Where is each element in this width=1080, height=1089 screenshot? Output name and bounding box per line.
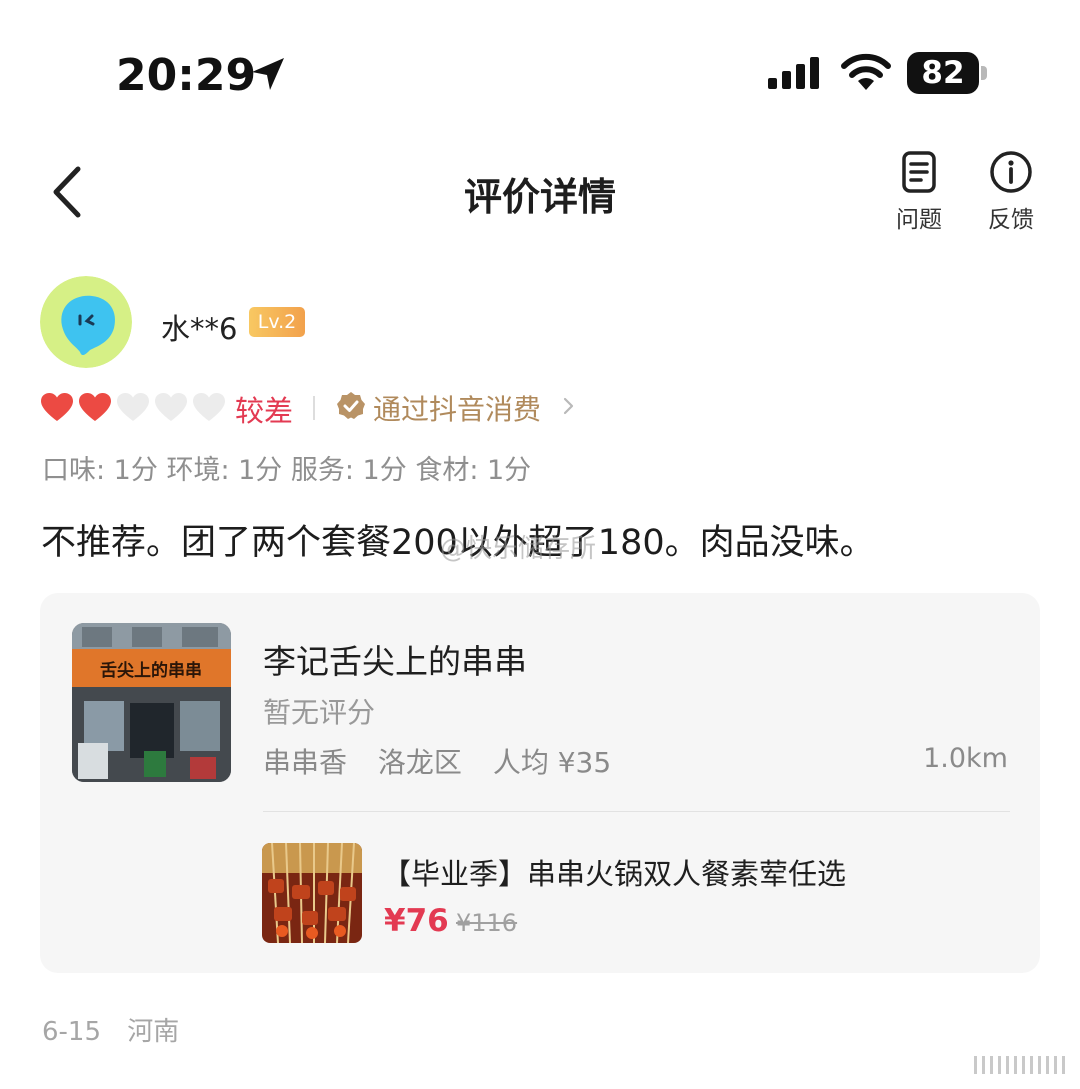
deal-price: ¥76 bbox=[384, 903, 449, 939]
weibo-watermark: @快乐储存所 bbox=[440, 534, 597, 564]
store-card[interactable]: 舌尖上的串串 李记舌尖上的串串 暂无评分 串串香 洛龙区 人均 ¥35 1.0k… bbox=[40, 593, 1040, 973]
deal-photo bbox=[262, 843, 362, 943]
verified-purchase-link[interactable]: 通过抖音消费 bbox=[373, 388, 541, 428]
status-bar: 20:29 82 bbox=[0, 0, 1080, 130]
rating-label: 较差 bbox=[235, 394, 294, 428]
store-name[interactable]: 李记舌尖上的串串 bbox=[263, 635, 527, 683]
store-category: 串串香 bbox=[263, 746, 348, 779]
heart-filled-icon bbox=[41, 393, 73, 421]
question-button[interactable]: 问题 bbox=[884, 150, 954, 240]
store-distance: 1.0km bbox=[923, 743, 1008, 774]
watermark-bars-icon bbox=[974, 1056, 1065, 1074]
verified-badge-icon bbox=[337, 392, 365, 419]
document-icon bbox=[902, 151, 936, 193]
question-label: 问题 bbox=[896, 207, 942, 233]
feedback-label: 反馈 bbox=[988, 207, 1034, 233]
heart-empty-icon bbox=[155, 393, 187, 421]
battery-indicator: 82 bbox=[907, 52, 987, 94]
deal-title[interactable]: 【毕业季】串串火锅双人餐素荤任选 bbox=[382, 851, 846, 893]
info-icon bbox=[990, 151, 1032, 193]
store-score: 暂无评分 bbox=[263, 696, 376, 729]
avatar[interactable] bbox=[40, 276, 132, 368]
review-region: 河南 bbox=[127, 1017, 180, 1047]
chevron-right-icon bbox=[563, 397, 574, 415]
location-arrow-icon bbox=[252, 58, 284, 90]
level-badge: Lv.2 bbox=[249, 307, 305, 337]
avatar-blob-image bbox=[40, 276, 132, 368]
wifi-icon bbox=[841, 53, 891, 90]
store-avg-price: 人均 ¥35 bbox=[492, 746, 612, 779]
sub-scores: 口味: 1分 环境: 1分 服务: 1分 食材: 1分 bbox=[42, 455, 532, 486]
store-sign-text: 舌尖上的串串 bbox=[100, 660, 202, 681]
store-photo: 舌尖上的串串 bbox=[72, 623, 231, 782]
store-meta: 串串香 洛龙区 人均 ¥35 bbox=[263, 741, 633, 781]
heart-filled-icon bbox=[79, 393, 111, 421]
battery-cap bbox=[981, 66, 987, 80]
cellular-signal-icon bbox=[768, 57, 819, 89]
username[interactable]: 水**6 bbox=[161, 306, 237, 348]
store-district: 洛龙区 bbox=[377, 746, 462, 779]
heart-empty-icon bbox=[117, 393, 149, 421]
card-divider bbox=[263, 811, 1010, 812]
storefront-image: 舌尖上的串串 bbox=[72, 623, 231, 782]
battery-level: 82 bbox=[907, 52, 979, 94]
rating-divider bbox=[313, 396, 315, 420]
review-meta: 6-15 河南 bbox=[42, 1011, 197, 1048]
deal-original-price: ¥116 bbox=[456, 909, 518, 937]
heart-empty-icon bbox=[193, 393, 225, 421]
feedback-button[interactable]: 反馈 bbox=[976, 150, 1046, 240]
status-time: 20:29 bbox=[116, 50, 257, 101]
review-date: 6-15 bbox=[42, 1017, 102, 1047]
skewers-image bbox=[262, 843, 362, 943]
